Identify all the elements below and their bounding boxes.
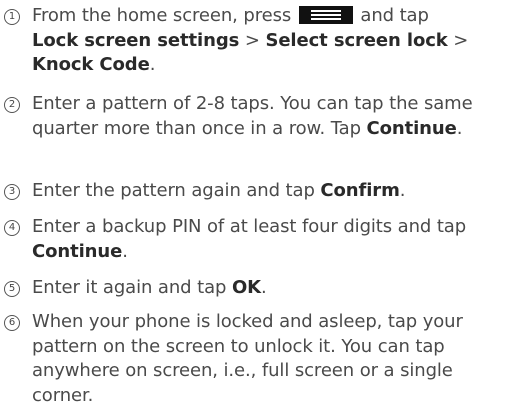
- step-number-4: 4: [4, 220, 20, 236]
- step-5-text-part: Enter it again and tap: [32, 277, 232, 298]
- step-3-end: .: [399, 180, 406, 201]
- select-screen-lock-label: Select screen lock: [265, 29, 448, 51]
- step-4-text: Enter a backup PIN of at least four digi…: [32, 215, 518, 264]
- step-4-end: .: [122, 240, 128, 262]
- step-1-text-part: From the home screen, press: [32, 5, 297, 26]
- step-2-end: .: [456, 117, 463, 139]
- step-number-5: 5: [4, 281, 20, 297]
- step-number-6: 6: [4, 315, 20, 331]
- step-6: 6 When your phone is locked and asleep, …: [4, 310, 518, 408]
- step-3-text-part: Enter the pattern again and tap: [32, 180, 321, 201]
- step-1-end: .: [149, 54, 156, 75]
- ok-label: OK: [231, 277, 262, 298]
- step-1-text: From the home screen, press and tap Lock…: [32, 4, 518, 78]
- step-1-text-part: and tap: [354, 5, 429, 26]
- step-number-1: 1: [4, 9, 20, 25]
- step-2-text: Enter a pattern of 2-8 taps. You can tap…: [32, 92, 518, 141]
- instruction-steps: 1 From the home screen, press and tap Lo…: [0, 0, 522, 407]
- step-3: 3 Enter the pattern again and tap Confir…: [4, 179, 518, 204]
- step-6-text: When your phone is locked and asleep, ta…: [32, 311, 463, 406]
- step-4: 4 Enter a backup PIN of at least four di…: [4, 215, 518, 264]
- step-5-text: Enter it again and tap OK.: [32, 276, 518, 301]
- step-4-text-part: Enter a backup PIN of at least four digi…: [32, 216, 467, 237]
- continue-label: Continue: [366, 117, 457, 139]
- separator: >: [239, 29, 266, 51]
- separator: >: [447, 29, 469, 51]
- step-2: 2 Enter a pattern of 2-8 taps. You can t…: [4, 92, 518, 141]
- knock-code-label: Knock Code: [32, 54, 150, 75]
- step-5-end: .: [261, 277, 267, 298]
- step-5: 5 Enter it again and tap OK.: [4, 276, 518, 301]
- confirm-label: Confirm: [320, 180, 400, 201]
- menu-icon: [298, 5, 353, 24]
- lock-screen-settings-label: Lock screen settings: [32, 29, 240, 51]
- step-number-2: 2: [4, 97, 20, 113]
- continue-label: Continue: [32, 240, 123, 262]
- step-3-text: Enter the pattern again and tap Confirm.: [32, 179, 518, 204]
- step-number-3: 3: [4, 184, 20, 200]
- step-1: 1 From the home screen, press and tap Lo…: [4, 4, 518, 78]
